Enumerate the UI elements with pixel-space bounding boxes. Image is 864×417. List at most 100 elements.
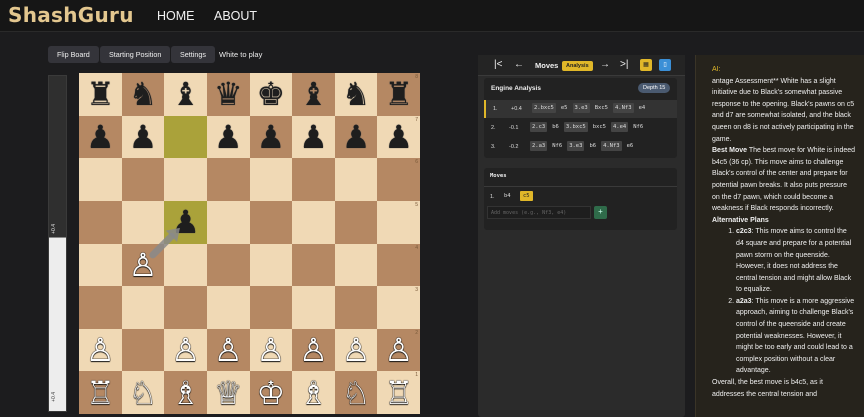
square-g5[interactable] xyxy=(334,200,378,244)
square-b2[interactable] xyxy=(121,328,165,372)
square-d7[interactable]: ♟ xyxy=(206,115,250,159)
square-h1[interactable]: ♖ 1 xyxy=(377,371,420,414)
square-h4[interactable]: 4 xyxy=(377,243,420,287)
white-piece-g1[interactable]: ♘ xyxy=(342,377,371,409)
black-piece-g8[interactable]: ♞ xyxy=(342,78,371,110)
square-c3[interactable] xyxy=(164,286,207,329)
square-a1[interactable]: ♖ xyxy=(79,371,122,414)
square-e3[interactable] xyxy=(249,286,293,329)
black-piece-a8[interactable]: ♜ xyxy=(86,78,115,110)
pv-move[interactable]: Bxc5 xyxy=(593,103,610,113)
square-g4[interactable] xyxy=(334,243,378,287)
pv-move[interactable]: 4.Nf3 xyxy=(601,141,622,151)
white-piece-h1[interactable]: ♖ xyxy=(384,377,413,409)
square-a6[interactable] xyxy=(79,158,122,201)
square-a2[interactable]: ♙ xyxy=(79,328,122,372)
pv-move[interactable]: Nf6 xyxy=(631,122,645,132)
white-piece-d1[interactable]: ♕ xyxy=(214,377,243,409)
pv-move[interactable]: 2.c3 xyxy=(530,122,548,132)
black-piece-d8[interactable]: ♛ xyxy=(214,78,243,110)
last-move-icon[interactable]: >| xyxy=(620,59,628,70)
square-a3[interactable] xyxy=(79,286,122,329)
black-piece-g7[interactable]: ♟ xyxy=(342,121,371,153)
white-piece-f1[interactable]: ♗ xyxy=(299,377,328,409)
square-b6[interactable] xyxy=(121,158,165,201)
white-piece-b4[interactable]: ♙ xyxy=(129,249,158,281)
square-f3[interactable] xyxy=(292,286,335,329)
pv-move[interactable]: Nf6 xyxy=(550,141,564,151)
pv-move[interactable]: 2.bxc5 xyxy=(532,103,556,113)
engine-line[interactable]: 2. -0.1 2.c3 b6 3.bxc5 bxc5 4.e4 Nf6 xyxy=(484,119,677,137)
square-d2[interactable]: ♙ xyxy=(206,328,250,372)
square-g1[interactable]: ♘ xyxy=(334,371,378,414)
pv-move[interactable]: e5 xyxy=(559,103,570,113)
square-b3[interactable] xyxy=(121,286,165,329)
square-d3[interactable] xyxy=(206,286,250,329)
square-h6[interactable]: 6 xyxy=(377,158,420,201)
square-f5[interactable] xyxy=(292,200,335,244)
square-a4[interactable] xyxy=(79,243,122,287)
add-move-button[interactable]: + xyxy=(594,206,607,219)
engine-line[interactable]: 1. +0.4 2.bxc5 e5 3.e3 Bxc5 4.Nf3 e4 xyxy=(484,100,677,118)
black-piece-d7[interactable]: ♟ xyxy=(214,121,243,153)
square-d8[interactable]: ♛ xyxy=(206,73,250,116)
square-b1[interactable]: ♘ xyxy=(121,371,165,414)
black-piece-h8[interactable]: ♜ xyxy=(384,78,413,110)
move-black[interactable]: c5 xyxy=(520,191,533,201)
analysis-badge[interactable]: Analysis xyxy=(562,61,593,71)
square-e1[interactable]: ♔ xyxy=(249,371,293,414)
white-piece-e2[interactable]: ♙ xyxy=(256,334,285,366)
square-h3[interactable]: 3 xyxy=(377,286,420,329)
square-c5[interactable]: ♟ xyxy=(164,200,207,244)
square-b4[interactable]: ♙ xyxy=(121,243,165,287)
pv-move[interactable]: e6 xyxy=(625,141,636,151)
white-piece-c1[interactable]: ♗ xyxy=(171,377,200,409)
white-piece-a1[interactable]: ♖ xyxy=(86,377,115,409)
square-a5[interactable] xyxy=(79,200,122,244)
square-h2[interactable]: ♙ 2 xyxy=(377,328,420,372)
white-piece-c2[interactable]: ♙ xyxy=(171,334,200,366)
pv-move[interactable]: 2.a3 xyxy=(530,141,548,151)
black-piece-e7[interactable]: ♟ xyxy=(256,121,285,153)
square-g8[interactable]: ♞ xyxy=(334,73,378,116)
pv-move[interactable]: 4.Nf3 xyxy=(613,103,634,113)
black-piece-a7[interactable]: ♟ xyxy=(86,121,115,153)
square-f1[interactable]: ♗ xyxy=(292,371,335,414)
square-c2[interactable]: ♙ xyxy=(164,328,207,372)
white-piece-f2[interactable]: ♙ xyxy=(299,334,328,366)
pv-move[interactable]: e4 xyxy=(637,103,648,113)
square-a8[interactable]: ♜ xyxy=(79,73,122,116)
square-f2[interactable]: ♙ xyxy=(292,328,335,372)
white-piece-e1[interactable]: ♔ xyxy=(256,377,285,409)
flip-board-button[interactable]: Flip Board xyxy=(48,46,99,63)
move-white[interactable]: b4 xyxy=(501,191,514,201)
square-e4[interactable] xyxy=(249,243,293,287)
square-g3[interactable] xyxy=(334,286,378,329)
brand-logo[interactable]: ShashGuru xyxy=(8,3,134,27)
square-g7[interactable]: ♟ xyxy=(334,115,378,159)
next-move-icon[interactable]: → xyxy=(600,59,610,70)
square-a7[interactable]: ♟ xyxy=(79,115,122,159)
black-piece-b8[interactable]: ♞ xyxy=(129,78,158,110)
pv-move[interactable]: b6 xyxy=(587,141,598,151)
square-e2[interactable]: ♙ xyxy=(249,328,293,372)
board-view-icon[interactable]: ▦ xyxy=(640,59,652,71)
settings-button[interactable]: Settings xyxy=(171,46,215,63)
black-piece-c8[interactable]: ♝ xyxy=(171,78,200,110)
black-piece-f8[interactable]: ♝ xyxy=(299,78,328,110)
nav-about-link[interactable]: ABOUT xyxy=(214,9,257,23)
square-b8[interactable]: ♞ xyxy=(121,73,165,116)
square-c4[interactable] xyxy=(164,243,207,287)
square-d1[interactable]: ♕ xyxy=(206,371,250,414)
square-b7[interactable]: ♟ xyxy=(121,115,165,159)
square-e5[interactable] xyxy=(249,200,293,244)
black-piece-f7[interactable]: ♟ xyxy=(299,121,328,153)
white-piece-g2[interactable]: ♙ xyxy=(342,334,371,366)
square-c7[interactable] xyxy=(164,115,207,159)
white-piece-d2[interactable]: ♙ xyxy=(214,334,243,366)
square-h5[interactable]: 5 xyxy=(377,200,420,244)
starting-position-button[interactable]: Starting Position xyxy=(100,46,171,63)
white-piece-h2[interactable]: ♙ xyxy=(384,334,413,366)
square-d6[interactable] xyxy=(206,158,250,201)
square-e8[interactable]: ♚ xyxy=(249,73,293,116)
